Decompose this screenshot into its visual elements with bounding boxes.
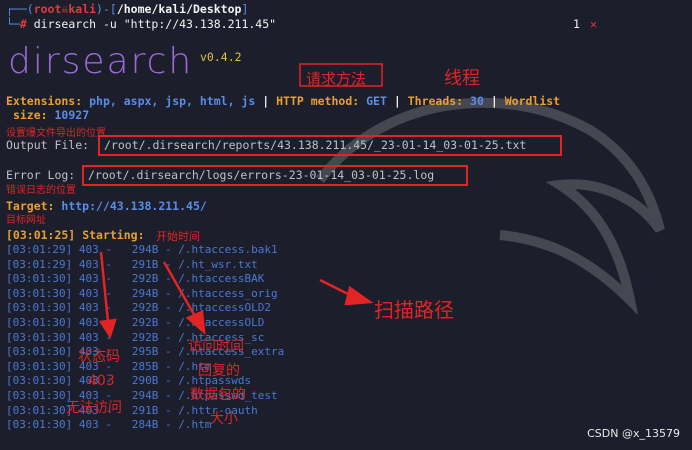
result-size: 295B <box>131 345 159 359</box>
result-row: [03:01:30] 403 - 284B - /.htm <box>6 418 212 432</box>
result-size: 294B <box>131 389 159 402</box>
result-size: 284B <box>131 418 159 432</box>
config-line: Extensions: php, aspx, jsp, html, js | H… <box>6 94 561 108</box>
terminal-window[interactable]: ┌──(root☠kali)-[/home/kali/Desktop] └─# … <box>0 0 692 450</box>
result-path: /.htaccessOLD <box>178 316 265 329</box>
annotation-403: 403 <box>88 373 115 389</box>
result-size: 292B <box>131 272 159 286</box>
prompt-user: root <box>33 2 62 16</box>
result-status: 403 <box>78 316 99 329</box>
result-path: /.htaccess.bak1 <box>178 243 278 256</box>
annotation-scan-path: 扫描路径 <box>374 298 454 322</box>
annotation-start-time: 开始时间 <box>156 230 200 243</box>
result-status: 403 <box>78 243 99 256</box>
result-status: 403 <box>78 286 99 300</box>
result-status: 403 <box>78 257 99 271</box>
annotation-access-time: 访问时间 <box>188 339 244 355</box>
annotation-target: 目标网址 <box>6 215 46 226</box>
annotation-response-size-1: 回复的 <box>198 363 240 379</box>
result-time: [03:01:29] <box>6 257 73 271</box>
error-log-highlight-box <box>82 165 468 186</box>
result-size: 290B <box>131 374 159 388</box>
result-time: [03:01:30] <box>6 286 73 300</box>
result-size: 292B <box>131 316 159 329</box>
result-time: [03:01:30] <box>6 403 73 417</box>
starting-line: [03:01:25] Starting: <box>6 228 145 242</box>
target-url: http://43.138.211.45/ <box>61 199 207 213</box>
result-size: 285B <box>131 359 159 373</box>
close-icon[interactable]: ✕ <box>590 17 597 31</box>
result-size: 291B <box>131 403 159 417</box>
result-size: 292B <box>131 301 159 315</box>
result-path: /.htm <box>178 418 212 432</box>
result-time: [03:01:30] <box>6 316 73 329</box>
result-status: 403 <box>78 301 99 315</box>
result-time: [03:01:30] <box>6 418 73 432</box>
result-time: [03:01:30] <box>6 330 73 344</box>
result-size: 291B <box>131 257 159 271</box>
prompt-host: kali <box>68 2 97 16</box>
dirsearch-logo: dirsearch <box>8 41 194 82</box>
annotation-error-log: 错误日志的位置 <box>6 185 76 196</box>
tab-number[interactable]: 1 <box>573 17 580 31</box>
result-time: [03:01:29] <box>6 243 73 256</box>
result-row: [03:01:30] 403 - 292B - /.htaccessBAK <box>6 272 265 286</box>
annotation-threads: 线程 <box>444 68 480 89</box>
result-size: 292B <box>131 330 159 344</box>
output-file-label: Output File: <box>6 138 90 152</box>
result-path: /.htaccessOLD2 <box>178 301 271 315</box>
command-text: dirsearch -u "http://43.138.211.45" <box>33 17 277 31</box>
annotation-output-file: 设置爆文件导出的位置 <box>6 128 106 139</box>
output-file-highlight-box <box>98 135 562 156</box>
command-line[interactable]: └─# dirsearch -u "http://43.138.211.45" <box>6 17 276 31</box>
result-row: [03:01:30] 403 - 294B - /.htaccess_orig <box>6 286 278 300</box>
result-time: [03:01:30] <box>6 345 73 359</box>
result-path: /.htaccess_orig <box>178 286 278 300</box>
annotation-no-access: 无法访问 <box>66 400 122 416</box>
result-row: [03:01:30] 403 - 292B - /.htaccessOLD <box>6 316 265 329</box>
annotation-response-size-2: 数据包的 <box>190 387 246 403</box>
annotation-status-code: 状态码 <box>78 349 120 365</box>
result-size: 294B <box>131 243 159 256</box>
prompt-header: ┌──(root☠kali)-[/home/kali/Desktop] <box>6 2 249 16</box>
result-row: [03:01:30] 403 - 292B - /.htaccessOLD2 <box>6 301 271 315</box>
result-time: [03:01:30] <box>6 359 73 373</box>
annotation-request-method: 请求方法 <box>306 70 367 88</box>
result-path: /.ht_wsr.txt <box>178 257 258 271</box>
wordlist-size-line: size: 10927 <box>12 108 90 122</box>
result-size: 294B <box>131 286 159 300</box>
prompt-path: /home/kali/Desktop <box>116 2 242 16</box>
result-time: [03:01:30] <box>6 374 73 388</box>
result-time: [03:01:30] <box>6 389 73 402</box>
result-row: [03:01:29] 403 - 294B - /.htaccess.bak1 <box>6 243 278 256</box>
result-status: 403 <box>78 418 99 432</box>
result-status: 403 <box>78 272 99 286</box>
result-path: /.htaccessBAK <box>178 272 265 286</box>
error-log-label: Error Log: <box>6 168 76 182</box>
csdn-watermark: CSDN @x_13579 <box>587 427 680 440</box>
result-status: 403 <box>78 330 99 344</box>
annotation-response-size-3: 大小 <box>210 411 238 427</box>
result-time: [03:01:30] <box>6 301 73 315</box>
result-row: [03:01:29] 403 - 291B - /.ht_wsr.txt <box>6 257 258 271</box>
version-label: v0.4.2 <box>200 50 242 64</box>
result-time: [03:01:30] <box>6 272 73 286</box>
